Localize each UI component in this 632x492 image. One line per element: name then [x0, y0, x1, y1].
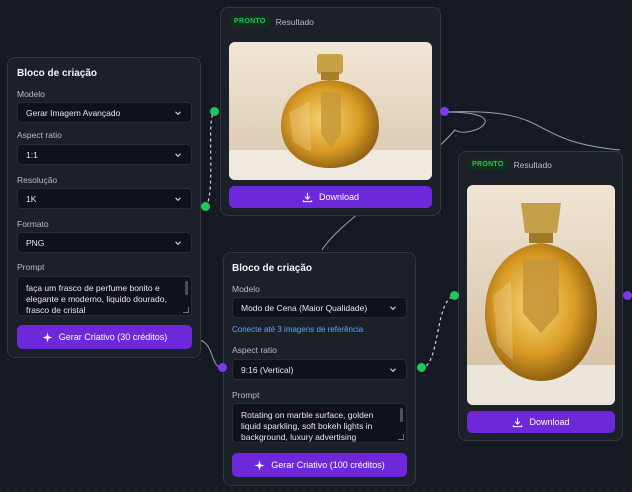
sparkle-icon [254, 459, 265, 471]
creation-block-1: Bloco de criação Modelo Gerar Imagem Ava… [7, 57, 201, 358]
output-port[interactable] [417, 363, 426, 372]
input-port[interactable] [218, 363, 227, 372]
result-title: Resultado [275, 16, 314, 27]
result-image[interactable] [467, 185, 615, 405]
aspect-ratio-value: 1:1 [26, 149, 38, 160]
download-label: Download [529, 417, 570, 427]
model-label: Modelo [232, 284, 260, 294]
prompt-textarea[interactable]: Rotating on marble surface, golden liqui… [232, 403, 407, 443]
node-title: Bloco de criação [232, 263, 313, 274]
chevron-down-icon [175, 240, 181, 245]
output-port[interactable] [201, 202, 210, 211]
chevron-down-icon [390, 305, 396, 310]
download-label: Download [318, 192, 360, 202]
input-port[interactable] [450, 291, 459, 300]
aspect-ratio-label: Aspect ratio [17, 130, 62, 140]
prompt-text: Rotating on marble surface, golden liqui… [241, 410, 374, 442]
result-header: PRONTO Resultado [230, 16, 314, 27]
format-select[interactable]: PNG [17, 232, 192, 253]
result-node-2: PRONTO Resultado Download [458, 151, 623, 441]
aspect-ratio-label: Aspect ratio [232, 345, 277, 355]
resolution-select[interactable]: 1K [17, 188, 192, 209]
output-port[interactable] [440, 107, 449, 116]
result-node-1: PRONTO Resultado Download [220, 7, 441, 216]
aspect-ratio-select[interactable]: 9:16 (Vertical) [232, 359, 407, 380]
model-label: Modelo [17, 89, 45, 99]
download-button[interactable]: Download [229, 186, 432, 208]
generate-button[interactable]: Gerar Criativo (30 créditos) [17, 325, 192, 349]
result-header: PRONTO Resultado [468, 159, 552, 170]
scrollbar[interactable] [400, 408, 403, 422]
resolution-value: 1K [26, 193, 37, 204]
model-select[interactable]: Modo de Cena (Maior Qualidade) [232, 297, 407, 318]
model-value: Gerar Imagem Avançado [26, 107, 121, 118]
status-badge: PRONTO [468, 159, 508, 170]
creation-block-2: Bloco de criação Modelo Modo de Cena (Ma… [223, 252, 416, 486]
chevron-down-icon [175, 110, 181, 115]
download-button[interactable]: Download [467, 411, 615, 433]
chevron-down-icon [175, 196, 181, 201]
aspect-ratio-value: 9:16 (Vertical) [241, 364, 294, 375]
format-label: Formato [17, 219, 49, 229]
perfume-bottle-image [467, 185, 615, 405]
prompt-label: Prompt [17, 262, 45, 272]
download-icon [513, 417, 523, 427]
output-port[interactable] [623, 291, 632, 300]
result-image[interactable] [229, 42, 432, 180]
perfume-bottle-image [229, 42, 432, 180]
status-badge: PRONTO [230, 16, 270, 27]
chevron-down-icon [390, 367, 396, 372]
generate-button[interactable]: Gerar Criativo (100 créditos) [232, 453, 407, 477]
aspect-ratio-select[interactable]: 1:1 [17, 144, 192, 165]
download-icon [302, 192, 313, 202]
generate-label: Gerar Criativo (100 créditos) [271, 460, 385, 470]
resize-handle[interactable] [398, 434, 404, 440]
result-title: Resultado [513, 159, 552, 170]
sparkle-icon [42, 331, 53, 343]
wire-block1-to-result1 [205, 111, 215, 208]
model-value: Modo de Cena (Maior Qualidade) [241, 302, 368, 313]
resolution-label: Resolução [17, 175, 58, 185]
scrollbar[interactable] [185, 281, 188, 295]
format-value: PNG [26, 237, 45, 248]
prompt-text: faça um frasco de perfume bonito e elega… [26, 283, 167, 315]
node-title: Bloco de criação [17, 68, 98, 79]
chevron-down-icon [175, 152, 181, 157]
prompt-textarea[interactable]: faça um frasco de perfume bonito e elega… [17, 276, 192, 316]
model-select[interactable]: Gerar Imagem Avançado [17, 102, 192, 123]
resize-handle[interactable] [183, 307, 189, 313]
wire-block2-to-result2 [420, 295, 455, 369]
input-port[interactable] [210, 107, 219, 116]
prompt-label: Prompt [232, 390, 260, 400]
generate-label: Gerar Criativo (30 créditos) [58, 332, 168, 342]
reference-images-link[interactable]: Conecte até 3 imagens de referência [232, 325, 363, 334]
